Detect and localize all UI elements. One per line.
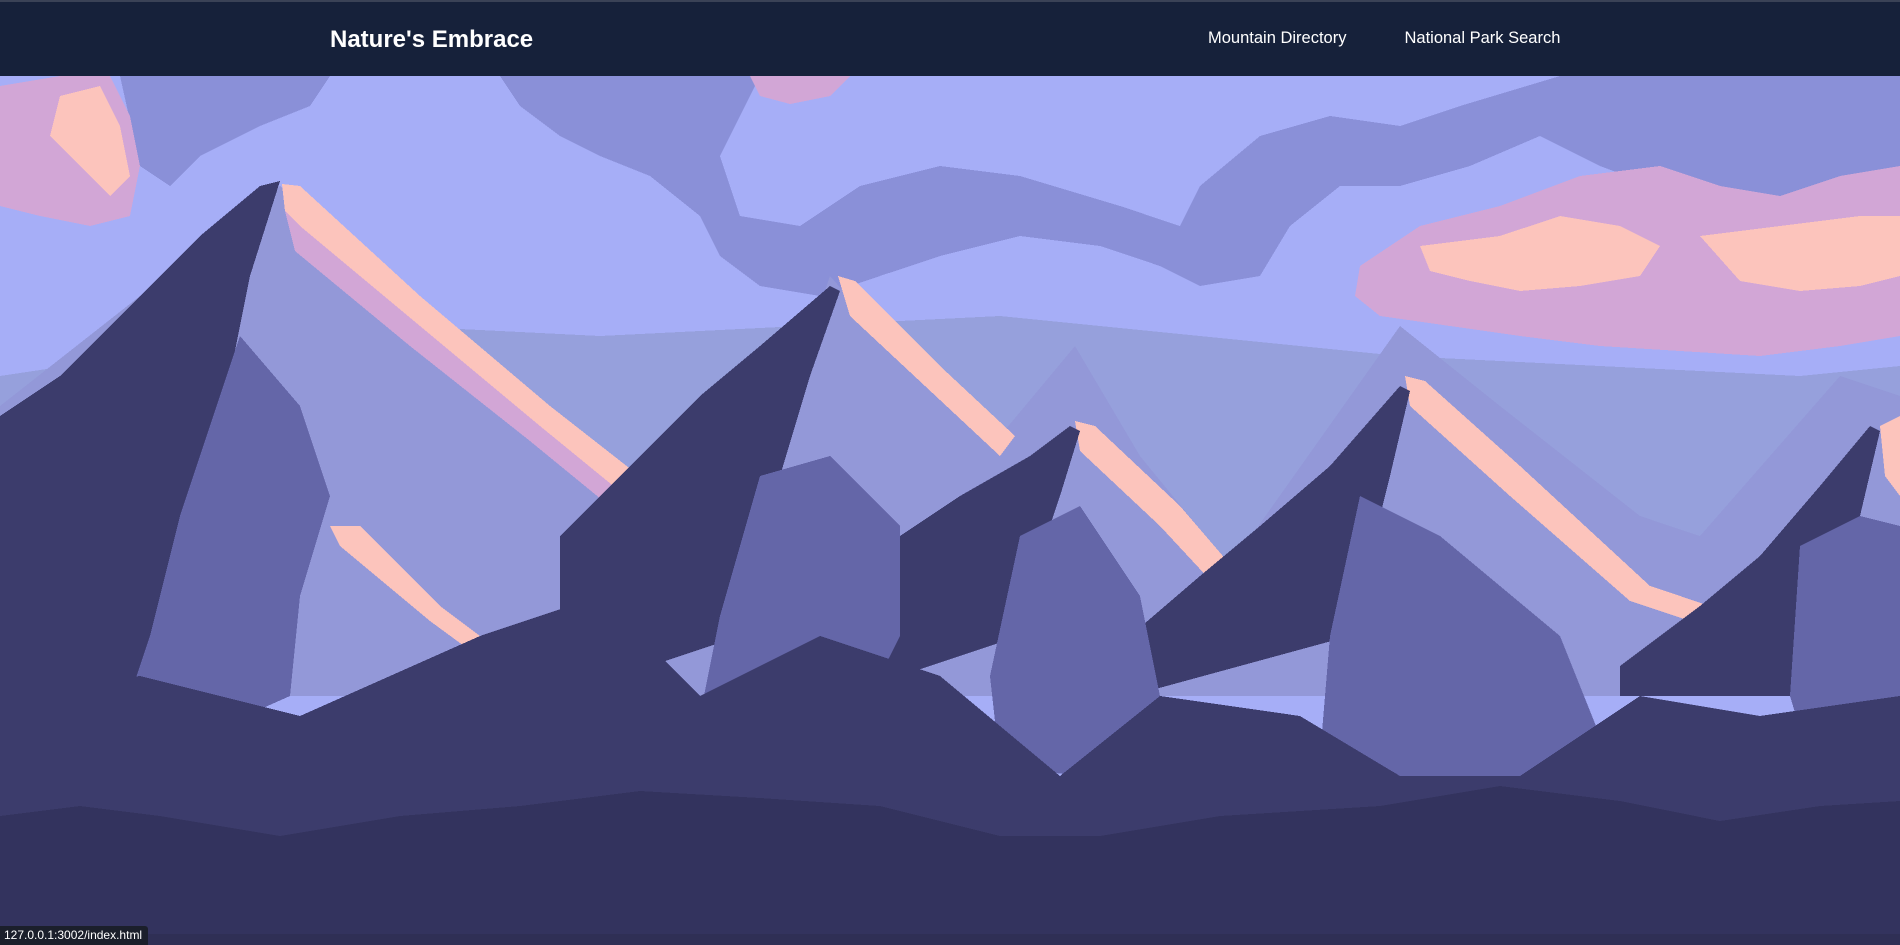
nav-link-mountain-directory[interactable]: Mountain Directory — [1208, 29, 1346, 48]
site-brand[interactable]: Nature's Embrace — [330, 26, 533, 54]
status-bar-url: 127.0.0.1:3002/index.html — [0, 926, 149, 945]
ground-strip — [0, 934, 1900, 945]
pixel-art-mountains — [0, 76, 1900, 945]
top-navbar: Nature's Embrace Mountain Directory Nati… — [0, 0, 1900, 76]
nav-link-national-park-search[interactable]: National Park Search — [1404, 29, 1560, 48]
nav-links: Mountain Directory National Park Search — [1208, 29, 1560, 48]
hero-mountain-illustration — [0, 76, 1900, 945]
